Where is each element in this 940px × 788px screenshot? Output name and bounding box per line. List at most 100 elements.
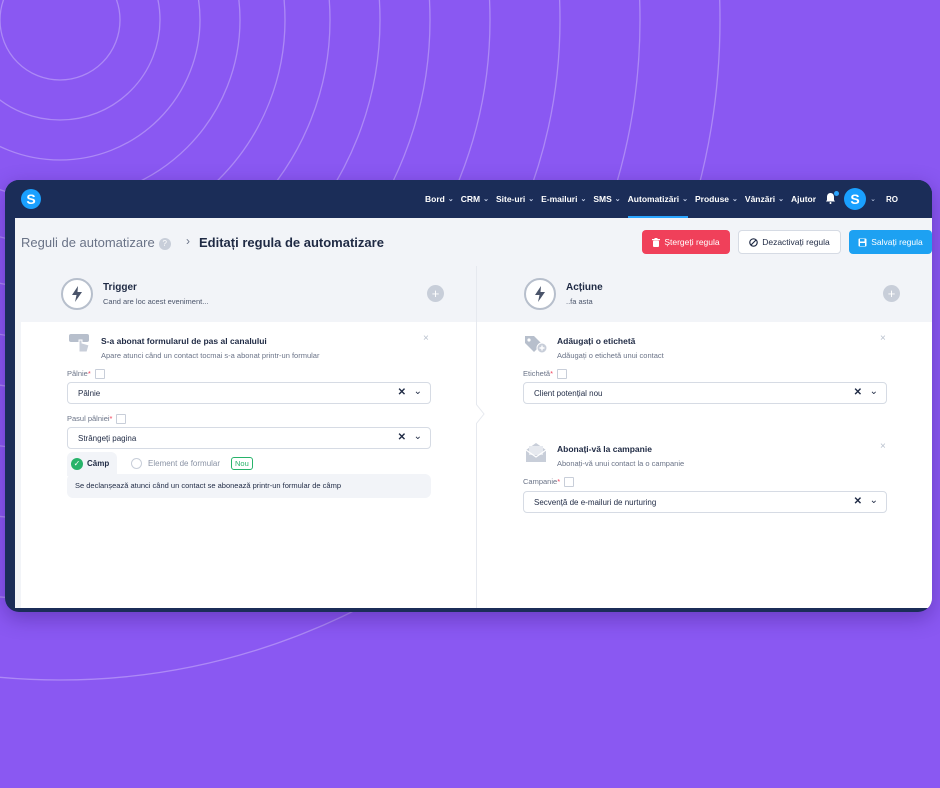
nav-item-crm[interactable]: CRM ⌄ (461, 180, 489, 218)
nav-item-ajutor[interactable]: Ajutor (791, 180, 816, 218)
external-link-icon[interactable] (564, 477, 575, 488)
trigger-header: Trigger Cand are loc acest eveniment... … (21, 266, 476, 322)
campaign-label-text: Campanie (523, 477, 558, 486)
tag-select[interactable]: Client potențial nou ✕ ⌄ (523, 382, 887, 404)
trigger-subtitle: Cand are loc acest eveniment... (103, 297, 209, 306)
language-selector[interactable]: RO (886, 195, 898, 204)
save-rule-label: Salvați regula (871, 237, 923, 247)
save-rule-button[interactable]: Salvați regula (849, 230, 932, 254)
campaign-select-value: Secvență de e-mailuri de nurturing (534, 497, 657, 507)
help-icon[interactable]: ? (158, 237, 171, 250)
funnel-label-text: Pâlnie (67, 369, 88, 378)
nav-item-label: SMS (593, 194, 612, 204)
tag-card-title: Adăugați o etichetă (557, 336, 636, 346)
nav-item-label: Automatizări (627, 194, 680, 204)
campaign-select[interactable]: Secvență de e-mailuri de nurturing ✕ ⌄ (523, 491, 887, 513)
funnel-step-select[interactable]: Strângeți pagina ✕ ⌄ (67, 427, 431, 449)
required-marker: * (557, 477, 561, 486)
action-subtitle: ..fa asta (566, 297, 593, 306)
action-title: Acțiune (566, 282, 603, 293)
clear-icon[interactable]: ✕ (398, 387, 406, 398)
page-header: Reguli de automatizare? › Editați regula… (15, 218, 932, 266)
action-header: Acțiune ..fa asta + (477, 266, 932, 322)
deactivate-rule-label: Dezactivați regula (762, 237, 830, 247)
tag-card-description: Adăugați o etichetă unui contact (557, 351, 664, 360)
top-navigation-bar: S Bord ⌄ CRM ⌄ Site-uri ⌄ E-mailuri ⌄ SMS ⌄ A… (5, 180, 932, 218)
funnel-field-label: Pâlnie* (67, 369, 105, 380)
tag-select-value: Client potențial nou (534, 388, 603, 398)
avatar[interactable]: S (844, 188, 867, 210)
external-link-icon[interactable] (116, 414, 127, 425)
page-title: Editați regula de automatizare (199, 235, 384, 250)
radio-selected-icon[interactable]: ✓ (71, 458, 83, 470)
campaign-field-label: Campanie* (523, 477, 575, 488)
external-link-icon[interactable] (557, 369, 568, 380)
nav-item-label: Site-uri (495, 194, 526, 204)
app-logo[interactable]: S (21, 189, 41, 209)
external-link-icon[interactable] (94, 369, 105, 380)
nav-item-sms[interactable]: SMS ⌄ (593, 180, 620, 218)
funnel-select[interactable]: Pâlnie ✕ ⌄ (67, 382, 431, 404)
deactivate-rule-button[interactable]: Dezactivați regula (738, 230, 841, 254)
nav-item-site-uri[interactable]: Site-uri ⌄ (496, 180, 534, 218)
chevron-down-icon: ⌄ (732, 196, 738, 203)
app-window: S Bord ⌄ CRM ⌄ Site-uri ⌄ E-mailuri ⌄ SMS ⌄ A… (5, 180, 932, 612)
nav-item-label: Produse (695, 194, 730, 204)
chevron-down-icon[interactable]: ⌄ (870, 495, 878, 506)
trigger-note: Se declanșează atunci când un contact se… (67, 474, 431, 498)
nav-item-label: E-mailuri (541, 194, 578, 204)
nav-item-bord[interactable]: Bord ⌄ (425, 180, 454, 218)
option-form-element-label[interactable]: Element de formular (148, 459, 220, 468)
lightning-icon (524, 278, 556, 310)
nav-item-label: Vânzări (744, 194, 776, 204)
notification-dot (834, 190, 840, 196)
tag-label-text: Etichetă (523, 369, 551, 378)
main-nav: Bord ⌄ CRM ⌄ Site-uri ⌄ E-mailuri ⌄ SMS ⌄ Aut… (425, 180, 898, 218)
chevron-down-icon: ⌄ (614, 196, 621, 203)
chevron-down-icon: ⌄ (580, 196, 587, 203)
close-icon[interactable]: × (423, 333, 429, 344)
chevron-down-icon: ⌄ (483, 196, 489, 203)
chevron-down-icon[interactable]: ⌄ (414, 431, 422, 442)
action-column: Acțiune ..fa asta + Adăugați o etichetă … (477, 266, 932, 608)
option-field-label[interactable]: Câmp (87, 459, 109, 468)
breadcrumb-root-label: Reguli de automatizare (21, 235, 155, 250)
bell-icon[interactable] (825, 190, 840, 207)
nav-item-automatizari[interactable]: Automatizări ⌄ (627, 180, 689, 218)
ban-icon (749, 237, 759, 247)
campaign-card-title: Abonați-vă la campanie (557, 444, 652, 454)
chevron-down-icon: ⌄ (447, 196, 454, 203)
funnel-select-value: Pâlnie (78, 388, 101, 398)
tag-field-label: Etichetă* (523, 369, 568, 380)
required-marker: * (550, 369, 554, 378)
clear-icon[interactable]: ✕ (398, 432, 406, 443)
chevron-down-icon[interactable]: ⌄ (870, 195, 876, 203)
chevron-down-icon: ⌄ (778, 196, 785, 203)
step-label-text: Pasul pâlniei (67, 414, 110, 423)
radio-unselected-icon[interactable] (131, 458, 142, 469)
lightning-icon (61, 278, 93, 310)
main-content: Reguli de automatizare? › Editați regula… (15, 218, 932, 608)
breadcrumb-root[interactable]: Reguli de automatizare? (21, 235, 171, 250)
delete-rule-button[interactable]: Ștergeți regula (642, 230, 730, 254)
add-action-button[interactable]: + (883, 285, 900, 302)
nav-item-produse[interactable]: Produse ⌄ (695, 180, 738, 218)
nav-item-vanzari[interactable]: Vânzări ⌄ (745, 180, 784, 218)
rule-editor: Trigger Cand are loc acest eveniment... … (21, 266, 932, 608)
required-marker: * (87, 369, 91, 378)
trigger-card-title: S-a abonat formularul de pas al canalulu… (101, 336, 267, 346)
clear-icon[interactable]: ✕ (854, 496, 862, 507)
chevron-down-icon[interactable]: ⌄ (870, 386, 878, 397)
nav-item-e-mailuri[interactable]: E-mailuri ⌄ (541, 180, 586, 218)
clear-icon[interactable]: ✕ (854, 387, 862, 398)
nav-item-label: CRM (460, 194, 481, 204)
nav-item-label: Ajutor (791, 194, 817, 204)
trash-icon (652, 237, 661, 247)
new-badge: Nou (231, 457, 253, 470)
campaign-card-description: Abonați-vă unui contact la o campanie (557, 459, 685, 468)
add-trigger-button[interactable]: + (427, 285, 444, 302)
close-icon[interactable]: × (880, 333, 886, 344)
close-icon[interactable]: × (880, 441, 886, 452)
chevron-down-icon[interactable]: ⌄ (414, 386, 422, 397)
funnel-step-select-value: Strângeți pagina (78, 433, 137, 443)
